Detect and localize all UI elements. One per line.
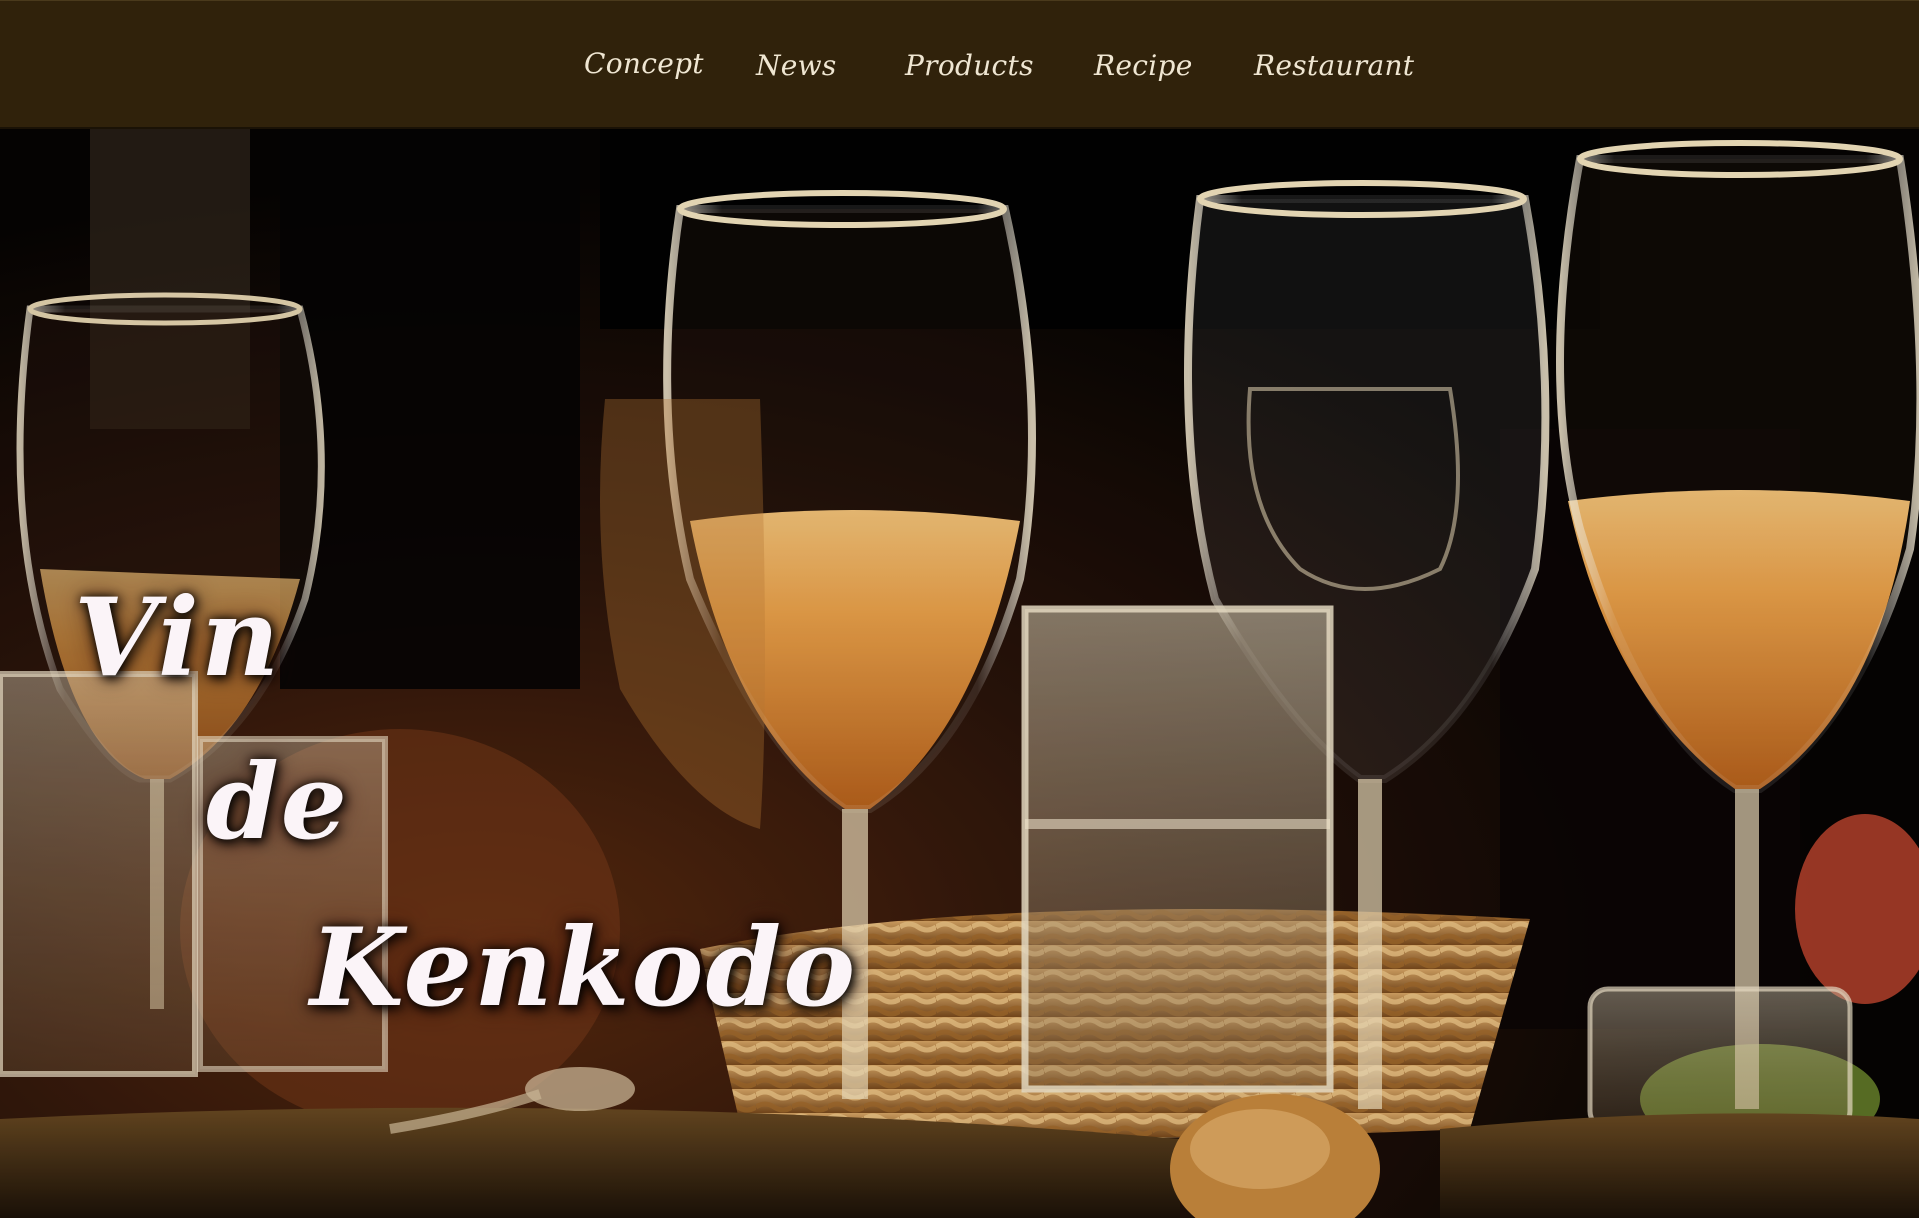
nav-item-recipe[interactable]: Recipe (1094, 49, 1193, 82)
nav-item-news[interactable]: News (756, 49, 837, 82)
nav-item-restaurant[interactable]: Restaurant (1254, 49, 1414, 82)
logo-text-vin: Vin (74, 575, 282, 701)
hero-photo-wine-glasses (0, 129, 1919, 1218)
nav-item-products[interactable]: Products (905, 49, 1034, 82)
nav-item-concept[interactable]: Concept (584, 47, 704, 80)
logo-text-de: de (206, 740, 349, 863)
hero-banner (0, 129, 1919, 1218)
logo-text-kenkodo: Kenkodo (310, 905, 858, 1031)
top-navigation-bar: Concept News Products Recipe Restaurant (0, 0, 1919, 129)
page: Concept News Products Recipe Restaurant (0, 0, 1919, 1218)
